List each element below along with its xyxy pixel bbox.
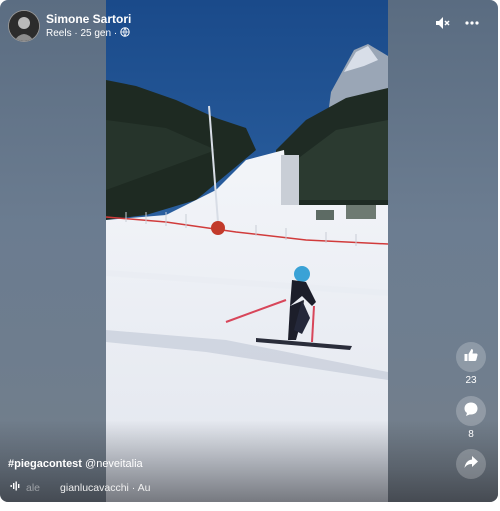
share-arrow-icon bbox=[463, 454, 479, 475]
reel-caption: #piegacontest @neveitalia bbox=[8, 458, 143, 470]
caption-mention[interactable]: @neveitalia bbox=[85, 458, 143, 470]
comment-bubble-icon bbox=[463, 401, 479, 422]
blurred-background-right bbox=[388, 0, 498, 502]
author-name[interactable]: Simone Sartori bbox=[46, 12, 131, 27]
audio-wave-icon bbox=[10, 481, 20, 494]
post-header: Simone Sartori Reels · 25 gen · bbox=[8, 10, 131, 42]
avatar[interactable] bbox=[8, 10, 40, 42]
caption-hashtag[interactable]: #piegacontest bbox=[8, 458, 82, 470]
comment-count: 8 bbox=[468, 429, 474, 440]
blurred-background-left bbox=[0, 0, 106, 502]
audio-track[interactable]: ale gianlucavacchi · Au bbox=[10, 481, 151, 494]
audio-text-faded: ale bbox=[26, 481, 41, 494]
top-actions bbox=[434, 15, 480, 36]
more-horizontal-icon[interactable] bbox=[464, 15, 480, 36]
post-meta-text: Reels · 25 gen · bbox=[46, 28, 118, 39]
comment-button[interactable] bbox=[456, 396, 486, 426]
like-count: 23 bbox=[465, 375, 477, 386]
reel-video[interactable] bbox=[106, 0, 388, 502]
post-meta: Reels · 25 gen · bbox=[46, 26, 131, 41]
share-button[interactable] bbox=[456, 449, 486, 479]
like-button[interactable] bbox=[456, 342, 486, 372]
reel-viewer: Simone Sartori Reels · 25 gen · 23 8 #pi… bbox=[0, 0, 498, 502]
audio-text: gianlucavacchi · Au bbox=[60, 481, 151, 494]
thumbs-up-icon bbox=[463, 347, 479, 368]
avatar-image bbox=[9, 11, 39, 41]
ski-scene-image bbox=[106, 0, 388, 502]
speaker-muted-icon[interactable] bbox=[434, 15, 450, 36]
globe-icon bbox=[120, 26, 130, 41]
